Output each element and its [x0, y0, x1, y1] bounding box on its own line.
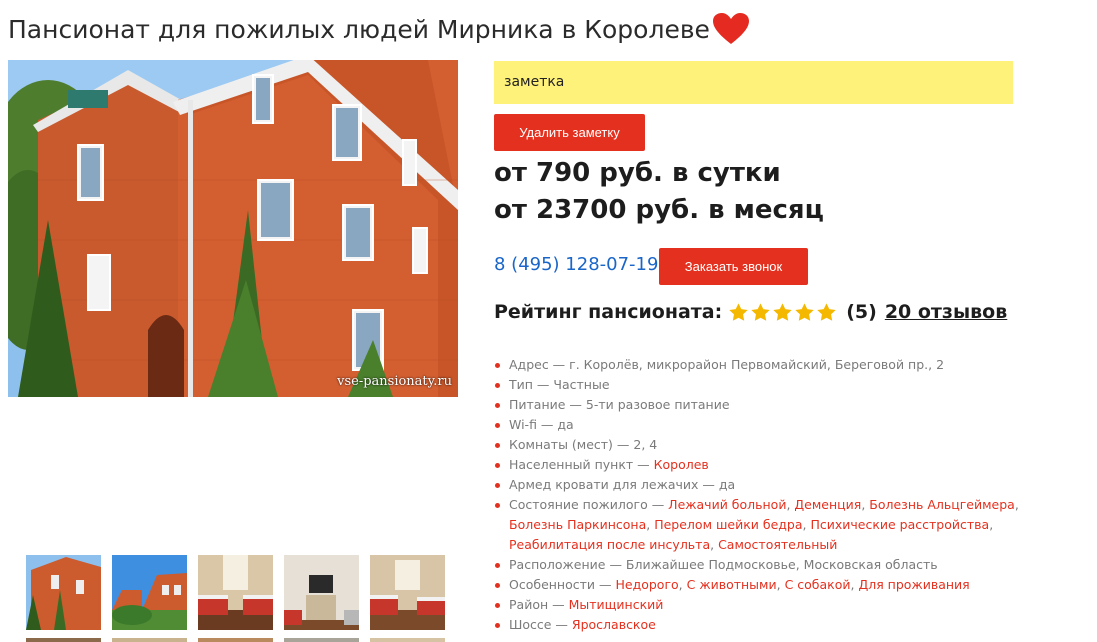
price-per-day: от 790 руб. в сутки: [494, 158, 781, 188]
detail-label: Шоссе —: [509, 617, 572, 632]
note-field[interactable]: заметка: [494, 61, 1013, 104]
condition-link[interactable]: Лежачий больной: [668, 497, 786, 512]
rating-block: Рейтинг пансионата: (5) 20 отзывов: [494, 301, 1007, 323]
detail-food: Питание — 5-ти разовое питание: [494, 395, 1054, 415]
page-title-text: Пансионат для пожилых людей Мирника в Ко…: [8, 14, 710, 44]
rating-stars: [728, 302, 838, 323]
detail-city: Населенный пункт — Королев: [494, 455, 1054, 475]
detail-value: да: [718, 477, 736, 492]
thumbnail-10[interactable]: [370, 638, 445, 642]
thumbnail-8[interactable]: [198, 638, 273, 642]
detail-wifi: Wi-fi — да: [494, 415, 1054, 435]
phone-link[interactable]: 8 (495) 128-07-19: [494, 254, 658, 275]
thumbnail-5[interactable]: [370, 555, 445, 630]
star-icon: [817, 302, 836, 321]
thumbnail-4[interactable]: [284, 555, 359, 630]
detail-label: Особенности —: [509, 577, 616, 592]
condition-link[interactable]: Самостоятельный: [718, 537, 837, 552]
thumbnail-7[interactable]: [112, 638, 187, 642]
detail-label: Населенный пункт —: [509, 457, 654, 472]
feature-link[interactable]: С собакой: [785, 577, 851, 592]
detail-highway: Шоссе — Ярославское: [494, 615, 1054, 635]
detail-location: Расположение — Ближайшее Подмосковье, Мо…: [494, 555, 1054, 575]
condition-link[interactable]: Психические расстройства: [810, 517, 989, 532]
condition-link[interactable]: Деменция: [794, 497, 861, 512]
feature-link[interactable]: Недорого: [615, 577, 678, 592]
detail-label: Тип —: [509, 377, 554, 392]
feature-link[interactable]: Для проживания: [858, 577, 969, 592]
detail-label: Комнаты (мест) —: [509, 437, 634, 452]
thumbnail-1[interactable]: [26, 555, 101, 630]
star-icon: [773, 302, 792, 321]
detail-value: 5-ти разовое питание: [585, 397, 730, 412]
star-icon: [795, 302, 814, 321]
main-photo[interactable]: vse-pansionaty.ru: [8, 60, 458, 397]
price-per-month: от 23700 руб. в месяц: [494, 195, 824, 225]
detail-label: Армед кровати для лежачих —: [509, 477, 719, 492]
detail-label: Расположение —: [509, 557, 626, 572]
rating-label: Рейтинг пансионата:: [494, 301, 723, 323]
condition-link[interactable]: Болезнь Паркинсона: [509, 517, 646, 532]
feature-link[interactable]: С животными: [687, 577, 777, 592]
detail-value: да: [557, 417, 574, 432]
detail-value: Ближайшее Подмосковье, Московская област…: [625, 557, 938, 572]
star-icon: [751, 302, 770, 321]
detail-beds: Армед кровати для лежачих — да: [494, 475, 1054, 495]
detail-label: Состояние пожилого —: [509, 497, 669, 512]
thumbnail-strip-second-row: [26, 638, 445, 642]
detail-condition: Состояние пожилого — Лежачий больной, Де…: [494, 495, 1054, 555]
delete-note-button[interactable]: Удалить заметку: [494, 114, 645, 151]
rating-count: (5): [846, 301, 877, 323]
reviews-link[interactable]: 20 отзывов: [885, 301, 1007, 323]
request-call-button[interactable]: Заказать звонок: [659, 248, 808, 285]
detail-type: Тип — Частные: [494, 375, 1054, 395]
detail-district: Район — Мытищинский: [494, 595, 1054, 615]
star-icon: [729, 302, 748, 321]
thumbnail-3[interactable]: [198, 555, 273, 630]
condition-link[interactable]: Болезнь Альцгеймера: [869, 497, 1015, 512]
district-link[interactable]: Мытищинский: [569, 597, 664, 612]
detail-value: 2, 4: [633, 437, 658, 452]
condition-link[interactable]: Реабилитация после инсульта: [509, 537, 710, 552]
city-link[interactable]: Королев: [654, 457, 709, 472]
detail-label: Адрес —: [509, 357, 570, 372]
detail-value: Частные: [553, 377, 610, 392]
detail-value: г. Королёв, микрорайон Первомайский, Бер…: [569, 357, 945, 372]
heart-icon[interactable]: [712, 12, 750, 46]
thumbnail-9[interactable]: [284, 638, 359, 642]
thumbnail-6[interactable]: [26, 638, 101, 642]
page-title: Пансионат для пожилых людей Мирника в Ко…: [8, 12, 750, 46]
detail-rooms: Комнаты (мест) — 2, 4: [494, 435, 1054, 455]
thumbnail-strip: [26, 555, 445, 630]
highway-link[interactable]: Ярославское: [572, 617, 656, 632]
detail-address: Адрес — г. Королёв, микрорайон Первомайс…: [494, 355, 1054, 375]
detail-label: Wi-fi —: [509, 417, 558, 432]
detail-label: Питание —: [509, 397, 586, 412]
detail-label: Район —: [509, 597, 569, 612]
condition-link[interactable]: Перелом шейки бедра: [654, 517, 802, 532]
detail-features: Особенности — Недорого, С животными, С с…: [494, 575, 1054, 595]
photo-watermark: vse-pansionaty.ru: [337, 374, 452, 389]
thumbnail-2[interactable]: [112, 555, 187, 630]
details-list: Адрес — г. Королёв, микрорайон Первомайс…: [494, 355, 1054, 635]
